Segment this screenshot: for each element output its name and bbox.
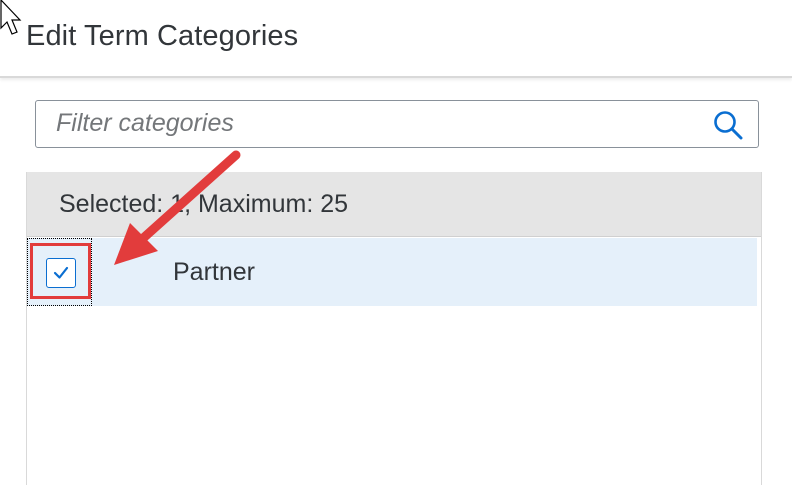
filter-categories-input[interactable] [56,101,696,146]
search-icon[interactable] [712,109,744,141]
list-info-bar: Selected: 1, Maximum: 25 [27,172,761,237]
edit-term-categories-dialog: Edit Term Categories Selected: 1, Maximu… [0,0,792,485]
list-item-label: Partner [173,258,255,286]
mouse-pointer-icon [0,0,22,35]
partner-checkbox[interactable] [46,258,76,288]
search-field[interactable] [35,100,759,148]
dialog-title: Edit Term Categories [26,20,299,52]
dialog-header: Edit Term Categories [0,0,792,78]
list-item-partner[interactable] [27,238,757,306]
category-list: Selected: 1, Maximum: 25 Partner [26,172,762,485]
checkmark-icon [53,266,69,279]
selected-count-text: Selected: 1, Maximum: 25 [59,190,349,218]
